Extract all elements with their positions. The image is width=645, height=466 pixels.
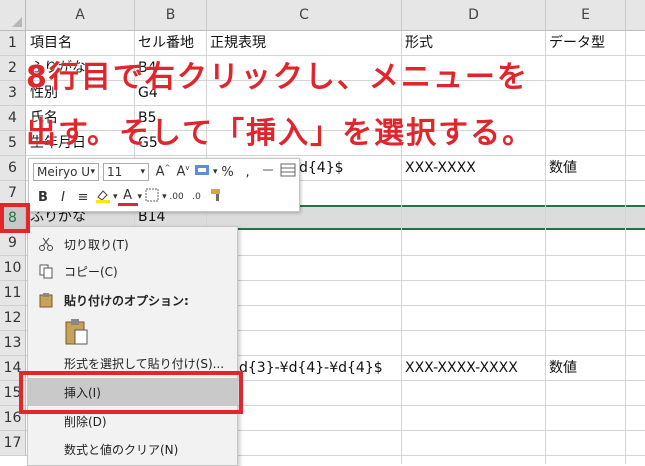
row-header-3[interactable]: 3 [0, 81, 26, 106]
menu-item-clear-label: 数式と値のクリア(N) [64, 442, 179, 457]
row-header-1[interactable]: 1 [0, 31, 26, 56]
column-header-e[interactable]: E [546, 0, 626, 31]
menu-item-paste-special-label: 形式を選択して貼り付け(S)... [64, 356, 225, 371]
menu-item-cut-label: 切り取り(T) [64, 237, 129, 252]
menu-item-delete-label: 削除(D) [64, 414, 107, 429]
number-format-icon[interactable] [193, 163, 213, 181]
row-header-5[interactable]: 5 [0, 131, 26, 156]
percent-icon[interactable]: % [218, 165, 238, 180]
row-header-10[interactable]: 10 [0, 256, 26, 281]
paste-clipboard-icon[interactable] [64, 318, 90, 349]
chevron-down-icon: ▾ [140, 167, 145, 177]
cell-c6[interactable]: d{4}$ [296, 155, 344, 182]
row-header-13[interactable]: 13 [0, 331, 26, 356]
select-all-corner[interactable] [0, 0, 26, 31]
row-header-11[interactable]: 11 [0, 281, 26, 306]
clipboard-icon [28, 292, 64, 308]
format-table-icon[interactable] [278, 163, 298, 181]
font-name-value: Meiryo U [37, 165, 91, 179]
cell-e6[interactable]: 数値 [546, 155, 577, 182]
context-menu: 切り取り(T) コピー(C) 貼り付けのオプション: 形式を選択して貼り付け(S… [27, 226, 238, 466]
mini-toolbar: Meiryo U ▾ 11 ▾ A^ Av ▾ % , B I ≡ ▾ A ▾ [28, 158, 300, 212]
italic-icon[interactable]: I [53, 190, 73, 205]
row-header-2[interactable]: 2 [0, 56, 26, 81]
paste-option-row [28, 315, 237, 351]
comma-style-icon[interactable]: , [238, 165, 258, 180]
paste-options-heading: 貼り付けのオプション: [28, 286, 237, 314]
scissors-icon [28, 236, 64, 252]
row-8-highlight-box [0, 203, 30, 233]
cell-d14[interactable]: XXX-XXXX-XXXX [402, 355, 518, 382]
cell-d6[interactable]: XXX-XXXX [402, 155, 476, 182]
decrease-decimal-icon[interactable]: .00 [167, 192, 187, 202]
align-center-icon[interactable]: ≡ [73, 190, 93, 205]
column-header-f[interactable] [626, 0, 645, 31]
row-header-9[interactable]: 9 [0, 231, 26, 256]
increase-decimal-icon[interactable]: .0 [187, 192, 207, 202]
paste-options-label: 貼り付けのオプション: [64, 293, 189, 308]
insert-highlight-box [19, 371, 243, 414]
menu-item-cut[interactable]: 切り取り(T) [28, 230, 237, 258]
instruction-line-2: 出す。そして「挿入」を選択する。 [26, 116, 535, 151]
cell-e1[interactable]: データ型 [546, 30, 605, 57]
fill-color-icon[interactable] [93, 187, 113, 207]
row-header-12[interactable]: 12 [0, 306, 26, 331]
copy-icon [28, 263, 64, 279]
column-header-d[interactable]: D [402, 0, 546, 31]
instruction-line-1: 8行目で右クリックし、メニューを [26, 60, 529, 95]
cell-c14[interactable]: d{3}-¥d{4}-¥d{4}$ [236, 355, 383, 382]
menu-item-copy-label: コピー(C) [64, 264, 118, 279]
row-header-17[interactable]: 17 [0, 431, 26, 456]
font-size-box[interactable]: 11 ▾ [103, 163, 149, 181]
column-header-b[interactable]: B [135, 0, 207, 31]
row-header-6[interactable]: 6 [0, 156, 26, 181]
decimal-icon[interactable] [258, 163, 278, 181]
decrease-font-icon[interactable]: Av [173, 164, 193, 179]
format-painter-icon[interactable] [207, 187, 227, 207]
font-color-icon[interactable]: A [117, 188, 138, 206]
cell-e14[interactable]: 数値 [546, 355, 577, 382]
menu-item-copy[interactable]: コピー(C) [28, 257, 237, 285]
bold-icon[interactable]: B [33, 190, 53, 205]
font-name-box[interactable]: Meiryo U ▾ [33, 163, 99, 181]
increase-font-icon[interactable]: A^ [153, 164, 173, 179]
menu-item-clear[interactable]: 数式と値のクリア(N) [28, 435, 237, 463]
chevron-down-icon: ▾ [90, 167, 95, 177]
column-header-c[interactable]: C [207, 0, 402, 31]
column-header-a[interactable]: A [26, 0, 135, 31]
font-size-value: 11 [107, 165, 123, 179]
row-header-4[interactable]: 4 [0, 106, 26, 131]
borders-icon[interactable] [142, 188, 162, 206]
